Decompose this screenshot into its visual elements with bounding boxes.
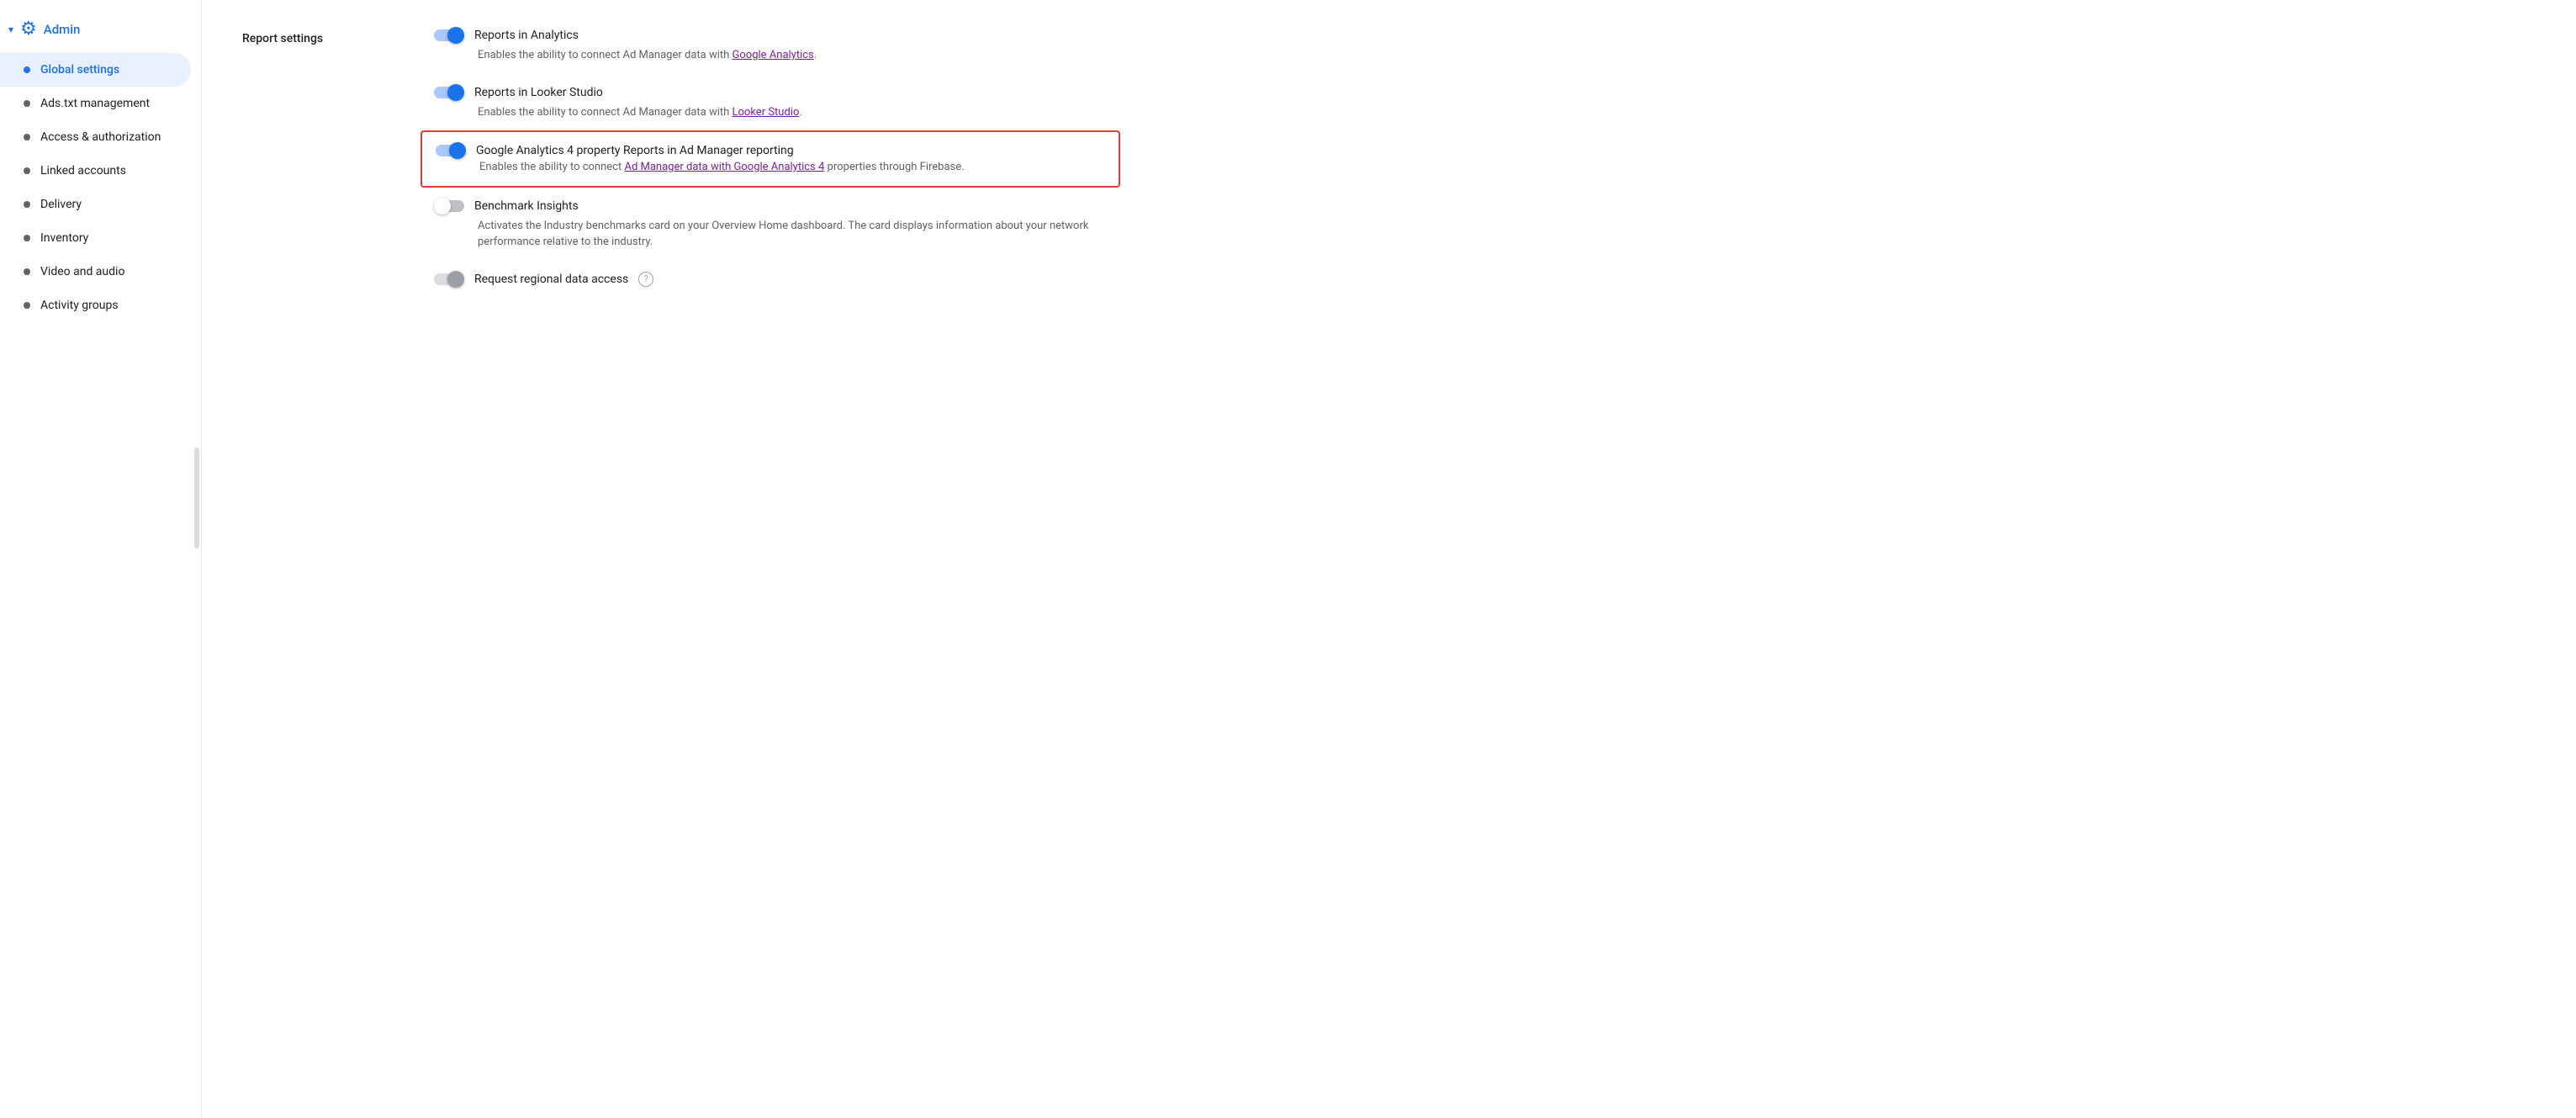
sidebar-header[interactable]: ▾ ⚙ Admin	[0, 10, 201, 53]
sidebar-dot-icon	[24, 134, 30, 140]
sidebar-item-label: Inventory	[40, 231, 88, 245]
sidebar-dot-icon	[24, 268, 30, 275]
section-title: Report settings	[242, 27, 394, 288]
toggle-thumb	[434, 198, 451, 215]
toggle-thumb	[447, 27, 464, 44]
setting-row-reports-looker: Reports in Looker Studio	[434, 84, 1107, 101]
sidebar-item-video-audio[interactable]: Video and audio	[0, 255, 191, 289]
setting-label-reports-looker: Reports in Looker Studio	[474, 86, 603, 99]
admin-icon: ⚙	[20, 19, 37, 40]
setting-label-benchmark-insights: Benchmark Insights	[474, 199, 579, 213]
sidebar-item-label: Access & authorization	[40, 130, 161, 144]
info-icon-regional-data[interactable]: ?	[638, 272, 653, 287]
main-content: Report settings Reports in Analytics Enab…	[202, 0, 2576, 1118]
toggle-reports-ga4[interactable]	[436, 142, 466, 159]
sidebar-item-linked-accounts[interactable]: Linked accounts	[0, 154, 191, 188]
sidebar-dot-icon	[24, 66, 30, 73]
setting-desc-reports-looker: Enables the ability to connect Ad Manage…	[434, 104, 1107, 121]
setting-link-reports-ga4[interactable]: Ad Manager data with Google Analytics 4	[624, 161, 824, 173]
setting-row-reports-ga4: Google Analytics 4 property Reports in A…	[436, 142, 1105, 159]
setting-desc-benchmark-insights: Activates the Industry benchmarks card o…	[434, 218, 1107, 251]
setting-benchmark-insights: Benchmark Insights Activates the Industry…	[434, 198, 1107, 251]
sidebar-item-delivery[interactable]: Delivery	[0, 188, 191, 221]
sidebar-scrollbar-thumb	[194, 448, 199, 548]
sidebar-item-ads-txt[interactable]: Ads.txt management	[0, 87, 191, 120]
sidebar-item-activity-groups[interactable]: Activity groups	[0, 289, 191, 322]
setting-reports-ga4: Google Analytics 4 property Reports in A…	[434, 140, 1107, 178]
setting-row-regional-data: Request regional data access?	[434, 271, 1107, 288]
sidebar-item-access-authorization[interactable]: Access & authorization	[0, 120, 191, 154]
toggle-benchmark-insights[interactable]	[434, 198, 464, 215]
setting-reports-looker: Reports in Looker Studio Enables the abil…	[434, 84, 1107, 121]
sidebar-dot-icon	[24, 167, 30, 174]
sidebar-dot-icon	[24, 235, 30, 241]
sidebar-collapse-arrow[interactable]: ▾	[8, 24, 13, 35]
sidebar-item-inventory[interactable]: Inventory	[0, 221, 191, 255]
setting-desc-reports-analytics: Enables the ability to connect Ad Manage…	[434, 47, 1107, 64]
setting-row-benchmark-insights: Benchmark Insights	[434, 198, 1107, 215]
highlight-box-reports-ga4: Google Analytics 4 property Reports in A…	[421, 130, 1120, 188]
toggle-thumb	[449, 142, 466, 159]
toggle-thumb	[447, 271, 464, 288]
sidebar-item-label: Video and audio	[40, 265, 124, 278]
setting-link-reports-looker[interactable]: Looker Studio	[733, 106, 800, 119]
sidebar: ▾ ⚙ Admin Global settings Ads.txt managem…	[0, 0, 202, 1118]
sidebar-item-label: Activity groups	[40, 299, 119, 312]
sidebar-item-label: Ads.txt management	[40, 97, 150, 110]
setting-row-reports-analytics: Reports in Analytics	[434, 27, 1107, 44]
setting-link-reports-analytics[interactable]: Google Analytics	[733, 49, 814, 61]
sidebar-title: Admin	[44, 22, 81, 37]
toggle-thumb	[447, 84, 464, 101]
settings-list: Reports in Analytics Enables the ability …	[434, 27, 1107, 288]
sidebar-dot-icon	[24, 201, 30, 208]
setting-label-reports-analytics: Reports in Analytics	[474, 29, 579, 42]
sidebar-dot-icon	[24, 302, 30, 309]
sidebar-dot-icon	[24, 100, 30, 107]
setting-reports-analytics: Reports in Analytics Enables the ability …	[434, 27, 1107, 64]
sidebar-item-label: Global settings	[40, 63, 119, 77]
sidebar-item-global-settings[interactable]: Global settings	[0, 53, 191, 87]
sidebar-item-label: Linked accounts	[40, 164, 126, 178]
setting-label-regional-data: Request regional data access	[474, 273, 628, 286]
toggle-reports-looker[interactable]	[434, 84, 464, 101]
toggle-reports-analytics[interactable]	[434, 27, 464, 44]
setting-regional-data: Request regional data access?	[434, 271, 1107, 288]
setting-desc-reports-ga4: Enables the ability to connect Ad Manage…	[436, 159, 1105, 176]
toggle-regional-data[interactable]	[434, 271, 464, 288]
report-settings-section: Report settings Reports in Analytics Enab…	[242, 27, 2536, 288]
sidebar-item-label: Delivery	[40, 198, 82, 211]
setting-label-reports-ga4: Google Analytics 4 property Reports in A…	[476, 144, 794, 157]
